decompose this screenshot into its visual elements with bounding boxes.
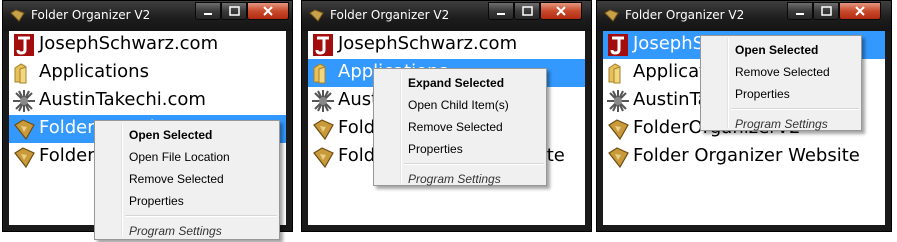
menu-item-properties[interactable]: Properties [374,138,546,160]
list-item[interactable]: JosephSchwarz.com [9,31,286,59]
menu-item-remove-selected[interactable]: Remove Selected [374,116,546,138]
item-label: JosephSchwarz.com [39,33,219,54]
list-item[interactable]: AustinTakechi.com [9,87,286,115]
minimize-icon [497,13,505,15]
menu-item-open-child-items[interactable]: Open Child Item(s) [374,94,546,116]
menu-item-expand-selected[interactable]: Expand Selected [374,72,546,94]
minimize-button[interactable] [488,2,514,20]
list-item[interactable]: Folder Organizer Website [603,143,885,171]
close-icon [556,6,566,16]
menu-separator [404,163,544,165]
item-label: AustinTakechi.com [39,89,206,110]
maximize-icon [522,6,533,16]
menu-item-open-selected[interactable]: Open Selected [701,39,861,61]
starburst-icon [13,90,35,112]
close-button[interactable] [540,2,582,20]
folder-organizer-icon [604,9,619,22]
close-button[interactable] [247,2,289,20]
close-icon [263,6,273,16]
menu-item-remove-selected[interactable]: Remove Selected [95,168,279,190]
maximize-button[interactable] [813,2,839,20]
folder-organizer-icon [313,119,334,141]
menu-separator [731,108,859,110]
menu-item-remove-selected[interactable]: Remove Selected [701,61,861,83]
maximize-icon [821,6,832,16]
folder-organizer-icon [10,9,25,22]
menu-item-program-settings[interactable]: Program Settings [374,168,546,190]
maximize-icon [229,6,240,16]
folder-icon [608,63,621,84]
title-bar[interactable]: Folder Organizer V2 [597,1,891,31]
title-bar[interactable]: Folder Organizer V2 [3,1,292,31]
menu-item-open-selected[interactable]: Open Selected [95,124,279,146]
menu-item-program-settings[interactable]: Program Settings [701,113,861,135]
context-menu-1: Open Selected Open File Location Remove … [94,120,280,240]
minimize-icon [796,13,804,15]
maximize-button[interactable] [221,2,247,20]
menu-item-properties[interactable]: Properties [95,190,279,212]
folder-icon [313,63,326,84]
item-label: Folder Organizer Website [633,145,860,166]
folder-organizer-icon [608,119,629,141]
window-title: Folder Organizer V2 [330,8,450,22]
window-title: Folder Organizer V2 [625,8,745,22]
title-bar[interactable]: Folder Organizer V2 [302,1,591,31]
menu-item-properties[interactable]: Properties [701,83,861,105]
menu-item-program-settings[interactable]: Program Settings [95,220,279,242]
maximize-button[interactable] [514,2,540,20]
j-logo-icon [14,34,34,56]
starburst-icon [312,90,334,112]
close-icon [855,6,865,16]
menu-separator [125,215,277,217]
list-item[interactable]: JosephSchwarz.com [308,31,585,59]
folder-organizer-icon [313,147,334,169]
list-item[interactable]: Applications [9,59,286,87]
minimize-button[interactable] [195,2,221,20]
menu-item-open-file-location[interactable]: Open File Location [95,146,279,168]
minimize-button[interactable] [787,2,813,20]
item-label: JosephSchwarz.com [338,33,518,54]
close-button[interactable] [839,2,881,20]
starburst-icon [607,90,629,112]
context-menu-3: Open Selected Remove Selected Properties… [700,35,862,131]
j-logo-icon [313,34,333,56]
folder-icon [14,63,27,84]
j-logo-icon [608,34,628,56]
folder-organizer-icon [608,147,629,169]
folder-organizer-icon [14,119,35,141]
folder-organizer-icon [309,9,324,22]
window-title: Folder Organizer V2 [31,8,151,22]
item-label: Applications [39,61,149,82]
minimize-icon [204,13,212,15]
context-menu-2: Expand Selected Open Child Item(s) Remov… [373,68,547,186]
folder-organizer-icon [14,147,35,169]
